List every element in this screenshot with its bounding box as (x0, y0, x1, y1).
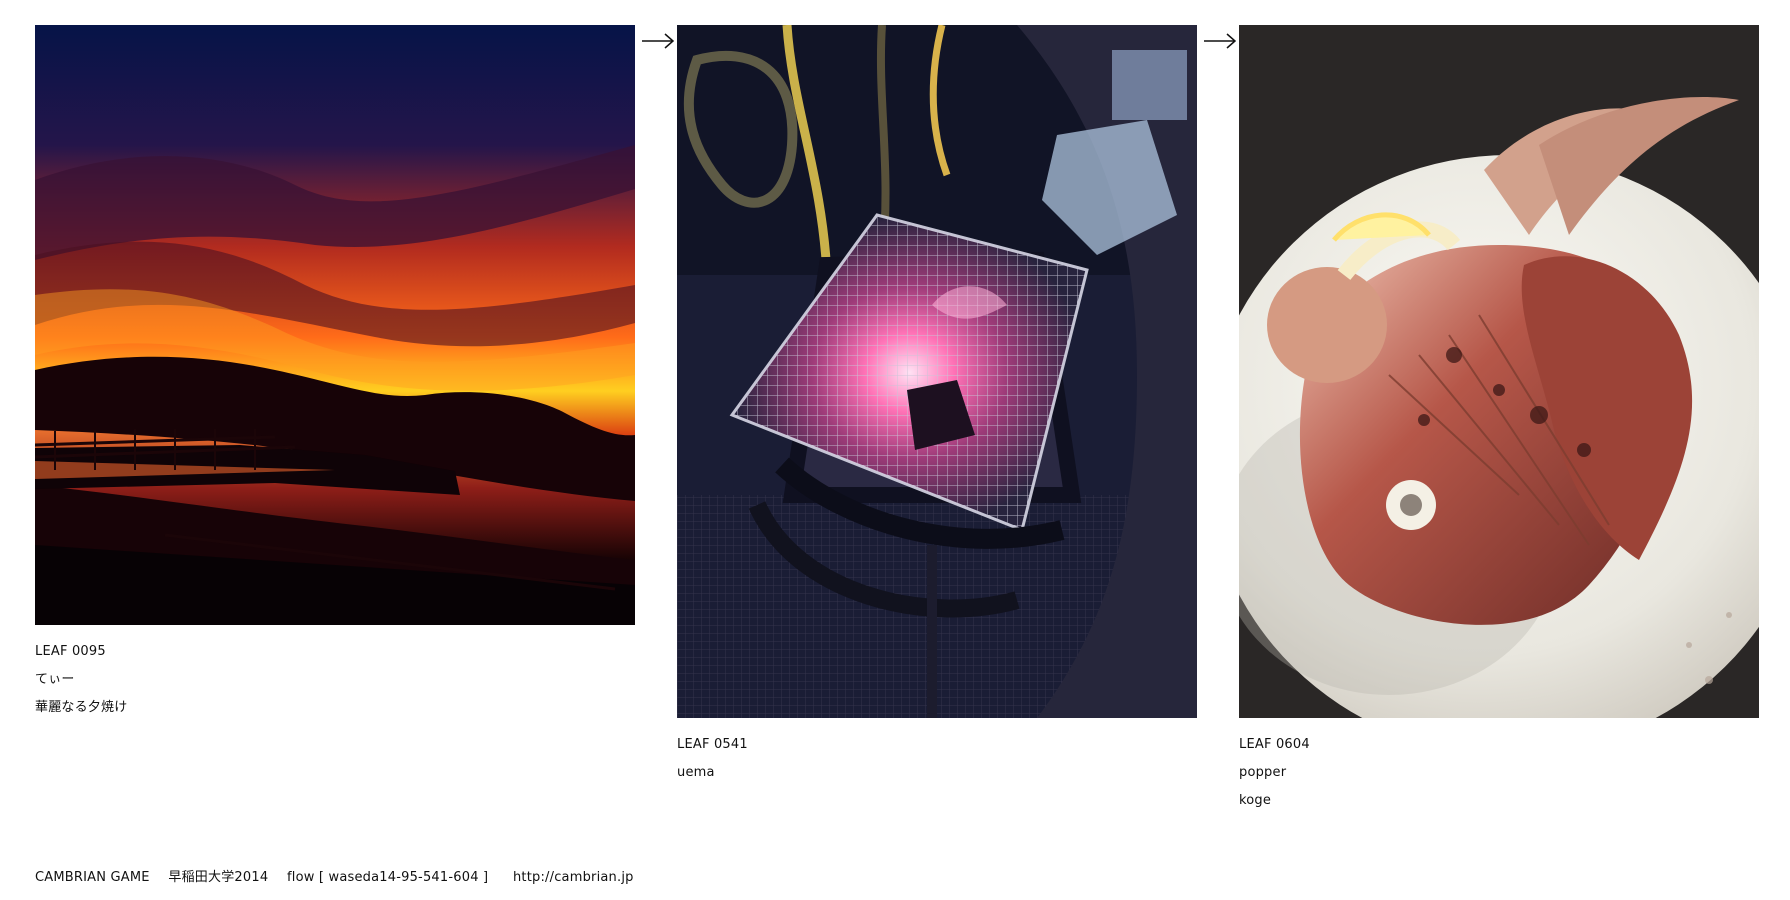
leaf-caption: koge (1239, 793, 1272, 808)
footer-flow: flow [ waseda14-95-541-604 ] (286, 870, 489, 885)
footer-school: 早稲田大学2014 (168, 870, 269, 885)
leaf-caption: 華麗なる夕焼け (35, 700, 128, 715)
sunset-illustration (35, 25, 635, 625)
right-arrow-icon (642, 33, 675, 49)
leaf-card-0604: LEAF 0604 popper koge (1239, 25, 1759, 815)
footer-url-link[interactable]: http://cambrian.jp (513, 870, 634, 885)
grilled-fish-illustration (1239, 25, 1759, 718)
leaf-id: LEAF 0095 (35, 644, 106, 659)
leaf-author: てぃー (35, 672, 75, 687)
leaf-card-0095: LEAF 0095 てぃー 華麗なる夕焼け (35, 25, 635, 722)
leaf-author: uema (677, 765, 715, 780)
leaf-id: LEAF 0541 (677, 737, 748, 752)
footer-title: CAMBRIAN GAME (35, 870, 150, 885)
grill-image[interactable] (677, 25, 1197, 718)
right-arrow-icon (1204, 33, 1237, 49)
leaf-id: LEAF 0604 (1239, 737, 1310, 752)
leaf-card-0541: LEAF 0541 uema (677, 25, 1197, 787)
sunset-image[interactable] (35, 25, 635, 625)
charcoal-grill-illustration (677, 25, 1197, 718)
footer: CAMBRIAN GAME 早稲田大学2014 flow [ waseda14-… (35, 866, 634, 885)
grilled-fish-image[interactable] (1239, 25, 1759, 718)
leaf-author: popper (1239, 765, 1287, 780)
